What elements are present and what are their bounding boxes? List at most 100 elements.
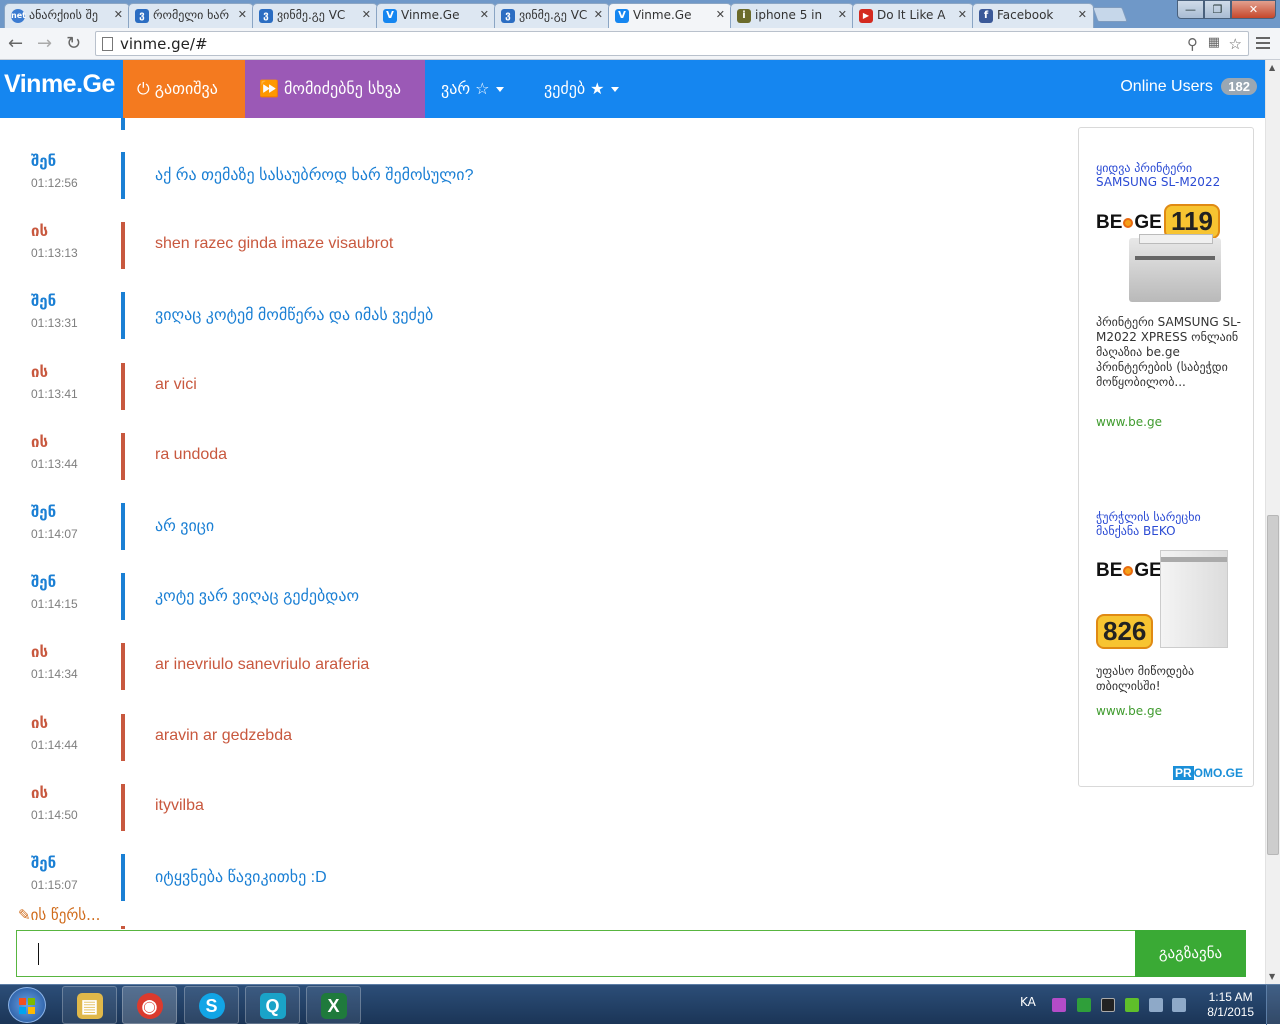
ad-image[interactable]: BE GE 119 — [1096, 200, 1231, 306]
sender-label: შენ — [31, 854, 57, 872]
browser-tab-active[interactable]: V Vinme.Ge ✕ — [608, 3, 732, 29]
tab-label: Facebook — [997, 8, 1054, 22]
new-tab-button[interactable] — [1092, 7, 1128, 22]
network-icon[interactable] — [1149, 998, 1163, 1012]
show-desktop-button[interactable] — [1266, 985, 1280, 1025]
zoom-icon[interactable]: ⚲ — [1187, 35, 1198, 53]
forward-arrow-icon[interactable]: → — [37, 34, 52, 54]
taskbar-skype[interactable]: S — [184, 986, 239, 1024]
browser-menu-icon[interactable] — [1256, 37, 1270, 52]
page-icon — [102, 37, 113, 51]
language-indicator[interactable]: KA — [1020, 995, 1036, 1009]
chrome-icon: ◉ — [136, 993, 163, 1019]
dishwasher-image — [1160, 550, 1228, 648]
address-bar[interactable]: vinme.ge/# ⚲ ▦ ☆ — [95, 31, 1249, 56]
back-arrow-icon[interactable]: ← — [8, 34, 23, 54]
message-text: იტყვნება წავიკითხე :D — [155, 869, 327, 886]
tab-close-icon[interactable]: ✕ — [362, 8, 371, 21]
chat-message: შენ 01:12:56 აქ რა თემაზე სასაუბროდ ხარ შე… — [0, 152, 1065, 200]
tab-close-icon[interactable]: ✕ — [958, 8, 967, 21]
message-text: აქ რა თემაზე სასაუბროდ ხარ შემოსული? — [155, 167, 474, 184]
tray-monitor-icon[interactable] — [1101, 998, 1115, 1012]
scroll-down-icon[interactable]: ▼ — [1269, 972, 1275, 981]
message-time: 01:13:13 — [31, 246, 78, 260]
message-text: ვიღაც კოტემ მომწერა და იმას ვეძებ — [155, 307, 434, 324]
tab-close-icon[interactable]: ✕ — [238, 8, 247, 21]
system-clock[interactable]: 1:15 AM 8/1/2015 — [1207, 990, 1254, 1020]
looking-for-dropdown[interactable]: ვეძებ ★ — [530, 60, 640, 118]
tray-app-icon[interactable] — [1052, 998, 1066, 1012]
message-text: ar vici — [155, 376, 197, 393]
tab-close-icon[interactable]: ✕ — [114, 8, 123, 21]
tab-close-icon[interactable]: ✕ — [1078, 8, 1087, 21]
ad-title-link[interactable]: ყიდვა პრინტერი SAMSUNG SL-M2022 — [1096, 161, 1246, 189]
start-button[interactable] — [8, 987, 46, 1023]
message-bar — [121, 363, 125, 410]
tab-close-icon[interactable]: ✕ — [594, 8, 603, 21]
ad-title-link[interactable]: ჭურჭლის სარეცხი მანქანა BEKO — [1096, 510, 1246, 538]
tab-label: რომელი ხარ — [153, 8, 230, 22]
taskbar-chrome[interactable]: ◉ — [122, 986, 177, 1024]
browser-tab[interactable]: ვ რომელი ხარ ✕ — [128, 3, 254, 28]
message-time: 01:14:34 — [31, 667, 78, 681]
browser-tab[interactable]: ვ ვინმე.გე VC ✕ — [494, 3, 610, 28]
tray-sync-icon[interactable] — [1077, 998, 1091, 1012]
message-time: 01:14:50 — [31, 808, 78, 822]
ad-url-link[interactable]: www.be.ge — [1096, 415, 1162, 429]
ad-description: პრინტერი SAMSUNG SL-M2022 XPRESS ონლაინ … — [1096, 315, 1241, 389]
message-time: 01:14:15 — [31, 597, 78, 611]
vinme-favicon-icon: ვ — [135, 9, 149, 23]
browser-tab[interactable]: ▶ Do It Like A ✕ — [852, 3, 974, 28]
ad-url-link[interactable]: www.be.ge — [1096, 704, 1162, 718]
taskbar-explorer[interactable]: ▤ — [62, 986, 117, 1024]
tab-close-icon[interactable]: ✕ — [838, 8, 847, 21]
page-scrollbar[interactable]: ▲ ▼ — [1265, 60, 1280, 984]
sender-label: ის — [31, 433, 48, 451]
find-next-button[interactable]: ⏩ მომიძებნე სხვა — [245, 60, 425, 118]
i-am-dropdown[interactable]: ვარ ☆ — [427, 60, 527, 118]
bookmark-star-icon[interactable]: ☆ — [1229, 35, 1242, 53]
chat-message: ის 01:13:13 shen razec ginda imaze visaubr… — [0, 222, 1065, 270]
net-favicon-icon: net — [11, 9, 26, 23]
ad-image[interactable]: BE GE 826 — [1096, 550, 1231, 656]
browser-tab[interactable]: i iphone 5 in ✕ — [730, 3, 854, 28]
scroll-up-icon[interactable]: ▲ — [1269, 63, 1275, 72]
taskbar-excel[interactable]: X — [306, 986, 361, 1024]
browser-tab[interactable]: V Vinme.Ge ✕ — [376, 3, 496, 28]
maximize-button[interactable]: ❐ — [1204, 0, 1231, 19]
clock-time: 1:15 AM — [1208, 990, 1253, 1004]
browser-tab[interactable]: f Facebook ✕ — [972, 3, 1094, 28]
chat-message: შენ 01:14:07 არ ვიცი — [0, 503, 1065, 551]
volume-icon[interactable] — [1172, 998, 1186, 1012]
tab-close-icon[interactable]: ✕ — [716, 8, 725, 21]
skype-icon: S — [198, 993, 225, 1019]
scrollbar-thumb[interactable] — [1267, 515, 1279, 855]
message-bar — [121, 118, 125, 130]
disconnect-button[interactable]: ⏻ გათიშვა — [123, 60, 245, 118]
message-input[interactable] — [17, 931, 1133, 976]
close-window-button[interactable]: ✕ — [1231, 0, 1276, 19]
windows-taskbar: ▤ ◉ S Q X KA 1:15 AM 8/1/2015 — [0, 984, 1280, 1025]
minimize-button[interactable]: — — [1177, 0, 1204, 19]
chat-log: შენ 01:12:56 აქ რა თემაზე სასაუბროდ ხარ შე… — [0, 118, 1065, 928]
chat-message: ის 01:14:34 ar inevriulo sanevriulo arafer… — [0, 643, 1065, 691]
vinme-heart-favicon-icon: V — [383, 9, 397, 23]
taskbar-qip[interactable]: Q — [245, 986, 300, 1024]
browser-tab[interactable]: net ანარქიის შე ✕ — [4, 3, 130, 28]
send-button[interactable]: გაგზავნა — [1135, 930, 1246, 977]
tab-close-icon[interactable]: ✕ — [480, 8, 489, 21]
message-bar — [121, 784, 125, 831]
tray-security-icon[interactable] — [1125, 998, 1139, 1012]
translate-icon[interactable]: ▦ — [1208, 35, 1220, 50]
folder-icon: ▤ — [76, 993, 103, 1019]
qip-icon: Q — [259, 993, 286, 1019]
reload-icon[interactable]: ↻ — [66, 34, 81, 54]
promo-logo[interactable]: PR OMO.GE — [1172, 766, 1243, 780]
sender-label: ის — [31, 222, 48, 240]
browser-tab[interactable]: ვ ვინმე.გე VC ✕ — [252, 3, 378, 28]
clock-date: 8/1/2015 — [1207, 1005, 1254, 1019]
video-favicon-icon: i — [737, 9, 751, 23]
online-users-label: Online Users — [1120, 78, 1213, 95]
site-logo[interactable]: Vinme.Ge — [4, 70, 115, 99]
sender-label: შენ — [31, 573, 57, 591]
